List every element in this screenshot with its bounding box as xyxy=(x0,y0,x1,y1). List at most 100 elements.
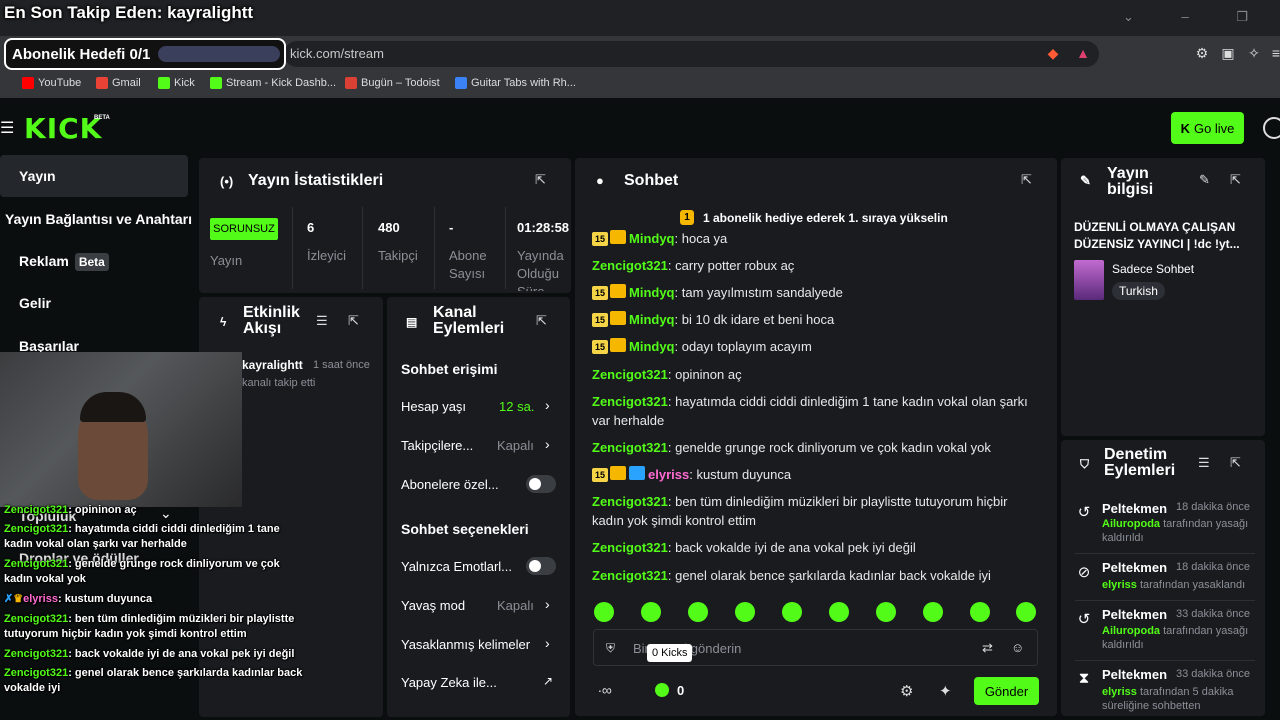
gmail-icon xyxy=(96,77,108,89)
address-bar[interactable] xyxy=(284,41,1099,67)
emote-icon[interactable] xyxy=(876,602,896,622)
url-text[interactable]: kick.com/stream xyxy=(290,46,384,61)
mod-username[interactable]: Peltekmen xyxy=(1102,560,1167,575)
bookmark-guitar-tabs[interactable]: Guitar Tabs with Rh... xyxy=(455,77,576,89)
overlay-chat-line: Zencigot321: genel olarak bence şarkılar… xyxy=(4,667,303,694)
kick-header xyxy=(0,100,1280,155)
followers-label: Takipçi xyxy=(378,248,418,263)
chevron-right-icon[interactable]: › xyxy=(545,635,550,651)
popout-icon[interactable]: ⇱ xyxy=(535,172,546,188)
category-thumbnail[interactable] xyxy=(1074,260,1104,300)
window-controls[interactable]: ⌄ – ❐ xyxy=(1123,9,1270,25)
account-age-label[interactable]: Hesap yaşı xyxy=(401,399,466,414)
chat-username[interactable]: Zencigot321 xyxy=(592,367,668,382)
filter-icon[interactable]: ☰ xyxy=(316,313,328,329)
emotes-only-toggle[interactable] xyxy=(526,557,556,575)
chat-username[interactable]: Mindyq xyxy=(629,231,675,246)
kick-logo[interactable]: KICK xyxy=(24,112,102,145)
chevron-right-icon[interactable]: › xyxy=(545,397,550,413)
chat-username[interactable]: Zencigot321 xyxy=(592,394,668,409)
mod-username[interactable]: Peltekmen xyxy=(1102,607,1167,622)
chevron-right-icon[interactable]: › xyxy=(545,596,550,612)
chat-username[interactable]: Zencigot321 xyxy=(592,494,668,509)
edit-pencil-icon[interactable]: ✎ xyxy=(1199,172,1210,188)
category-name[interactable]: Sadece Sohbet xyxy=(1112,262,1194,276)
extensions-icon[interactable]: ⚙ xyxy=(1194,45,1210,61)
popout-icon[interactable]: ⇱ xyxy=(1021,172,1032,188)
menu-icon[interactable]: ≡ xyxy=(1268,45,1280,61)
lightning-icon: ϟ xyxy=(220,315,227,329)
mod-username[interactable]: Peltekmen xyxy=(1102,667,1167,682)
emoji-icon[interactable]: ☺ xyxy=(1011,640,1024,655)
mod-time: 18 dakika önce xyxy=(1176,561,1250,573)
bookmark-kick[interactable]: Kick xyxy=(158,77,195,89)
hamburger-menu-icon[interactable]: ☰ xyxy=(0,118,14,138)
emote-icon[interactable] xyxy=(594,602,614,622)
activity-user[interactable]: kayralightt xyxy=(242,358,303,372)
user-avatar[interactable] xyxy=(1263,117,1280,139)
emote-icon[interactable] xyxy=(829,602,849,622)
brave-shield-icon[interactable]: ◆ xyxy=(1045,45,1061,61)
emote-icon[interactable] xyxy=(970,602,990,622)
chat-username[interactable]: Zencigot321 xyxy=(592,540,668,555)
mod-description: Ailuropoda tarafından yasağı kaldırıldı xyxy=(1102,625,1249,651)
crown-icon xyxy=(610,338,626,352)
chat-username[interactable]: elyriss xyxy=(648,467,689,482)
overlay-chat-line: Zencigot321: opininon aç xyxy=(4,504,137,516)
bookmark-gmail[interactable]: Gmail xyxy=(96,77,141,89)
brave-rewards-icon[interactable]: ▲ xyxy=(1075,45,1091,61)
mod-time: 33 dakika önce xyxy=(1176,668,1250,680)
bookmark-todoist[interactable]: Bugün – Todoist xyxy=(345,77,440,89)
chat-username[interactable]: Mindyq xyxy=(629,312,675,327)
sidebar-item-reklam[interactable]: Reklam Beta xyxy=(19,253,109,271)
followers-only-label[interactable]: Takipçilere... xyxy=(401,438,473,453)
chat-username[interactable]: Mindyq xyxy=(629,285,675,300)
divider xyxy=(292,207,293,289)
chat-username[interactable]: Mindyq xyxy=(629,339,675,354)
kicks-coin-icon[interactable] xyxy=(655,683,669,697)
overlay-chat-line: Zencigot321: hayatımda ciddi ciddi dinle… xyxy=(4,523,280,550)
filter-icon[interactable]: ☰ xyxy=(1198,455,1210,471)
chat-options-heading: Sohbet seçenekleri xyxy=(401,521,529,537)
chat-username[interactable]: Zencigot321 xyxy=(592,258,668,273)
emote-icon[interactable] xyxy=(923,602,943,622)
subs-only-toggle[interactable] xyxy=(526,475,556,493)
chat-username[interactable]: Zencigot321 xyxy=(592,440,668,455)
slow-mode-label[interactable]: Yavaş mod xyxy=(401,598,465,613)
sidebar-item-yayin[interactable]: Yayın xyxy=(19,168,56,184)
chat-username[interactable]: Zencigot321 xyxy=(592,568,668,583)
go-live-button[interactable]: K Go live xyxy=(1171,112,1244,144)
mod-username[interactable]: Peltekmen xyxy=(1102,501,1167,516)
send-button[interactable]: Gönder xyxy=(974,677,1039,705)
emote-icon[interactable] xyxy=(1016,602,1036,622)
popout-icon[interactable]: ⇱ xyxy=(1230,172,1241,188)
divider xyxy=(505,207,506,289)
channel-actions-title: Kanal Eylemleri xyxy=(433,304,505,337)
bookmark-kick-dashboard[interactable]: Stream - Kick Dashb... xyxy=(210,77,336,89)
bookmark-youtube[interactable]: YouTube xyxy=(22,77,81,89)
sidebar-item-gelir[interactable]: Gelir xyxy=(19,295,51,311)
emote-icon[interactable] xyxy=(735,602,755,622)
emote-icon[interactable] xyxy=(641,602,661,622)
banned-words-label[interactable]: Yasaklanmış kelimeler xyxy=(401,637,530,652)
settings-gear-icon[interactable]: ⚙ xyxy=(900,682,913,700)
kicks-count: 0 xyxy=(677,683,685,698)
external-link-icon[interactable]: ↗ xyxy=(543,674,553,688)
guitar-tabs-icon xyxy=(455,77,467,89)
chevron-right-icon[interactable]: › xyxy=(545,436,550,452)
emote-icon[interactable] xyxy=(688,602,708,622)
popout-icon[interactable]: ⇱ xyxy=(348,313,359,329)
chat-mod-icon[interactable]: ✦ xyxy=(939,682,952,700)
popout-icon[interactable]: ⇱ xyxy=(536,313,547,329)
emote-icon[interactable] xyxy=(782,602,802,622)
gift-banner[interactable]: 1 abonelik hediye ederek 1. sıraya yükse… xyxy=(703,211,948,225)
account-age-value: 12 sa. xyxy=(499,399,535,414)
sidepanel-icon[interactable]: ▣ xyxy=(1220,45,1236,61)
ai-sparkle-icon[interactable]: ✧ xyxy=(1246,45,1262,61)
popout-icon[interactable]: ⇱ xyxy=(1230,455,1241,471)
shield-icon[interactable]: ⛨ xyxy=(606,641,615,656)
community-icon[interactable]: ∙∞ xyxy=(598,682,612,698)
sidebar-item-stream-key[interactable]: Yayın Bağlantısı ve Anahtarı xyxy=(5,211,192,227)
ai-moderation-label[interactable]: Yapay Zeka ile... xyxy=(401,675,497,690)
translate-icon[interactable]: ⇄ xyxy=(982,640,993,656)
